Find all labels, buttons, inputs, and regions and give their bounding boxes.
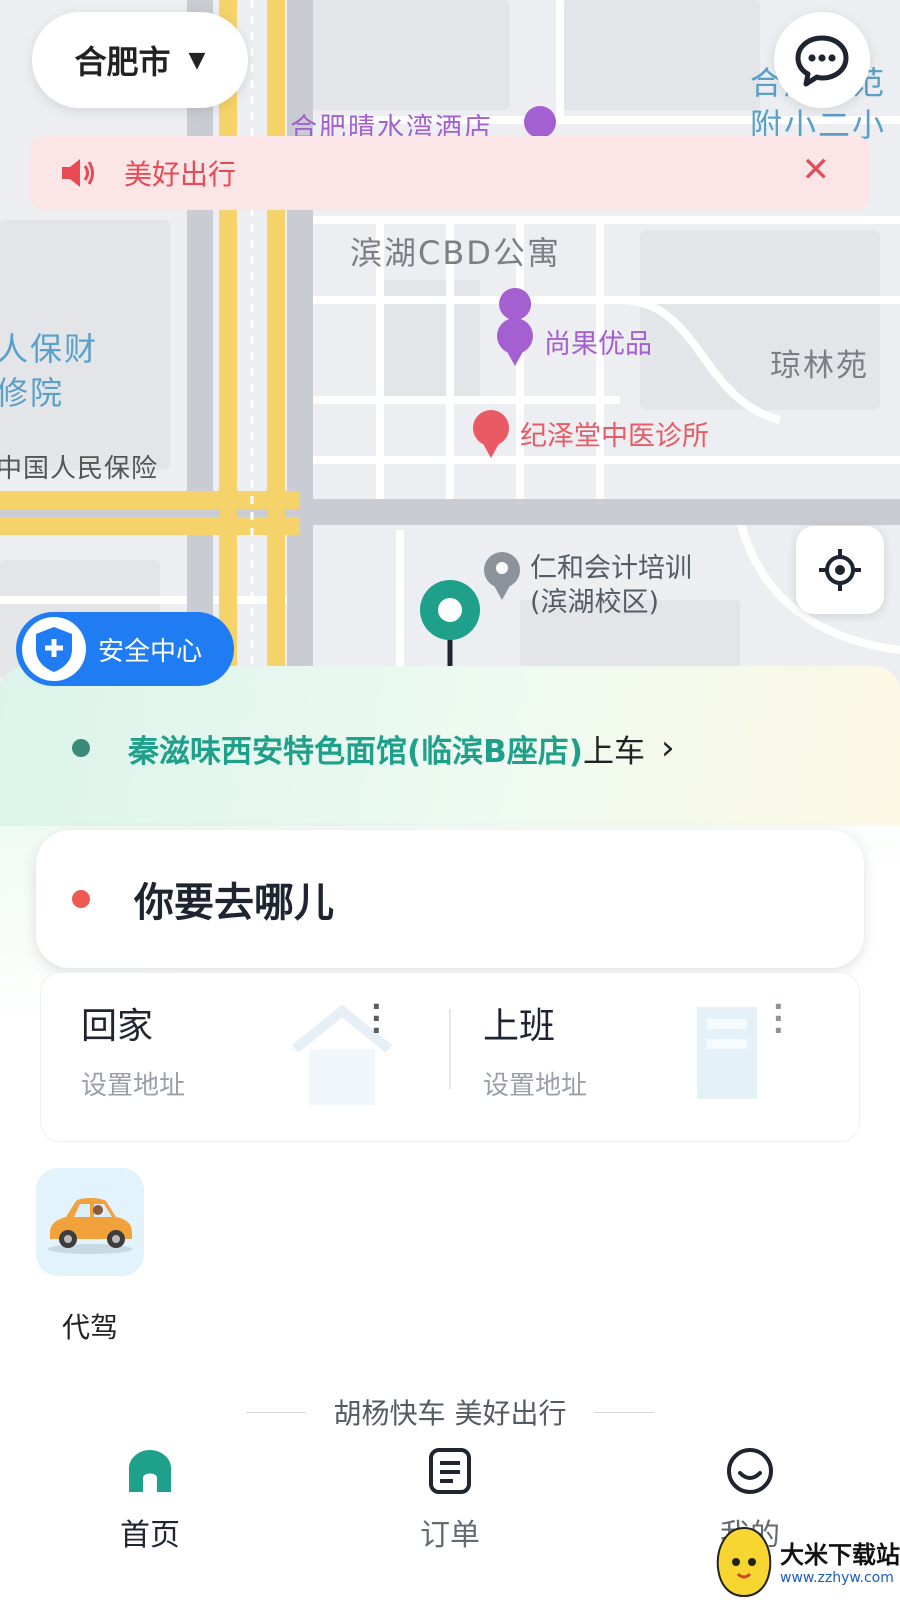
slogan-line-left xyxy=(245,1411,306,1413)
order-icon xyxy=(429,1448,471,1494)
work-sub: 设置地址 xyxy=(483,1071,588,1101)
watermark-line1: 大米下载站 xyxy=(780,1540,900,1569)
service-designated-driver[interactable] xyxy=(36,1168,144,1276)
tab-orders-label: 订单 xyxy=(420,1518,480,1553)
map-label-insurance-a: 人保财 xyxy=(0,330,99,368)
chevron-right-icon: › xyxy=(660,728,675,768)
home-label: 回家 xyxy=(81,1006,154,1047)
watermark-line2: www.zzhyw.com xyxy=(780,1569,894,1586)
quick-address-card: 回家 设置地址 · · · 上班 设置地址 · · · xyxy=(40,972,860,1142)
safety-center-button[interactable]: 安全中心 xyxy=(16,612,234,686)
locate-button[interactable] xyxy=(796,526,884,614)
caret-down-icon: ▼ xyxy=(188,47,206,73)
tab-orders[interactable]: 订单 xyxy=(370,1446,530,1554)
safety-center-label: 安全中心 xyxy=(98,636,203,667)
tab-home[interactable]: 首页 xyxy=(70,1446,230,1554)
slogan: 胡杨快车 美好出行 xyxy=(0,1392,900,1432)
pickup-dot xyxy=(72,739,90,757)
pickup-suffix: 上车 xyxy=(582,733,645,770)
home-more-icon[interactable]: · · · xyxy=(371,993,382,1045)
poi-fruit-shop[interactable]: 尚果优品 xyxy=(544,322,652,361)
car-icon xyxy=(48,1198,132,1254)
work-more-icon[interactable]: · · · xyxy=(773,993,784,1045)
watermark: 大米下载站 www.zzhyw.com xyxy=(712,1520,900,1600)
service-label: 代驾 xyxy=(61,1311,118,1344)
notice-text: 美好出行 xyxy=(124,158,237,191)
map-label-apartment: 滨湖CBD公寓 xyxy=(350,234,561,272)
message-button[interactable] xyxy=(774,12,870,108)
pickup-place: 秦滋味西安特色面馆(临滨B座店) xyxy=(128,733,583,770)
slogan-line-right xyxy=(594,1411,655,1413)
home-icon xyxy=(129,1450,171,1492)
slogan-text: 胡杨快车 美好出行 xyxy=(333,1397,567,1430)
pickup-row[interactable]: 秦滋味西安特色面馆(临滨B座店) 上车 › xyxy=(72,726,675,770)
mascot-icon xyxy=(716,1526,772,1598)
chat-icon xyxy=(795,35,849,87)
city-selector[interactable]: 合肥市 ▼ xyxy=(32,12,248,108)
poi-training-b[interactable]: (滨湖校区) xyxy=(530,580,659,619)
home-sub: 设置地址 xyxy=(81,1071,186,1101)
poi-clinic[interactable]: 纪泽堂中医诊所 xyxy=(520,414,709,453)
notice-banner[interactable]: 美好出行 ✕ xyxy=(30,136,870,210)
home-shortcut[interactable]: 回家 设置地址 · · · xyxy=(41,973,441,1141)
destination-input[interactable]: 你要去哪儿 xyxy=(36,830,864,968)
work-label: 上班 xyxy=(483,1006,556,1047)
city-name: 合肥市 xyxy=(74,43,171,81)
tab-home-label: 首页 xyxy=(120,1518,180,1553)
shield-icon xyxy=(22,617,86,681)
profile-icon xyxy=(727,1448,773,1494)
destination-placeholder: 你要去哪儿 xyxy=(134,880,334,926)
destination-dot xyxy=(72,890,90,908)
map-label-qionglin: 琼林苑 xyxy=(770,348,869,384)
building-icon xyxy=(697,1007,757,1099)
close-icon[interactable]: ✕ xyxy=(802,150,831,190)
map-label-insurance-b: 修院 xyxy=(0,374,65,412)
map-label-insurance-c: 中国人民保险 xyxy=(0,454,159,484)
work-shortcut[interactable]: 上班 设置地址 · · · xyxy=(451,973,859,1141)
crosshair-icon xyxy=(819,549,861,591)
speaker-icon xyxy=(62,159,94,187)
